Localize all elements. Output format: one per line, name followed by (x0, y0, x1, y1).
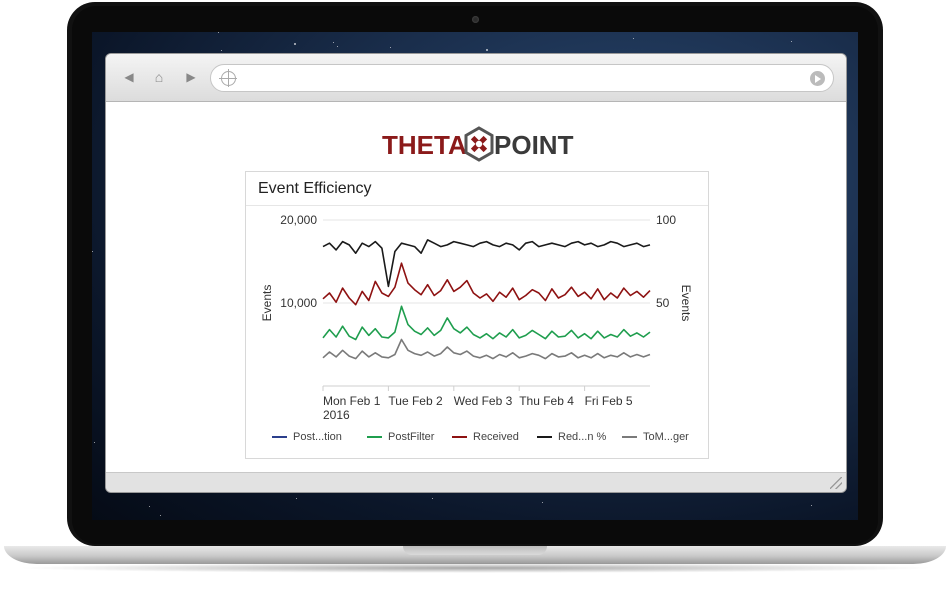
legend-item[interactable]: Red...n % (537, 429, 606, 445)
webcam (472, 16, 479, 23)
legend-item[interactable]: Post...tion (272, 429, 342, 445)
browser-window: ◀ ⌂ ▶ THETA POINT Event Efficiency 20,00… (106, 54, 846, 492)
x-tick-label: Thu Feb 4 (519, 394, 574, 408)
star (791, 41, 792, 42)
x-tick-label: Mon Feb 1 (323, 394, 381, 408)
star (160, 515, 161, 516)
chart-legend: Post...tion PostFilter Received Red...n % To… (272, 429, 702, 447)
x-tick-label: Wed Feb 3 (454, 394, 513, 408)
series-line (322, 262, 651, 306)
address-bar[interactable] (210, 64, 834, 92)
star (811, 505, 812, 506)
star (94, 442, 95, 443)
series-line (322, 338, 651, 360)
legend-swatch (272, 436, 287, 439)
crosshair-icon (219, 69, 237, 87)
x-tick-label: Tue Feb 2 (388, 394, 443, 408)
series-line (322, 239, 651, 288)
star (149, 506, 150, 507)
star (496, 492, 497, 493)
x-tick-label: 2016 (323, 408, 350, 422)
star (337, 46, 338, 47)
legend-label: PostFilter (388, 431, 435, 443)
web-page: THETA POINT Event Efficiency 20,000 10,00… (106, 102, 846, 472)
y-tick-label: 20,000 (280, 213, 317, 227)
logo-text-left: THETA (382, 130, 467, 160)
legend-label: ToM...ger (643, 431, 689, 443)
star (542, 502, 543, 503)
laptop-shadow (14, 563, 936, 573)
series-line (322, 305, 651, 341)
legend-swatch (537, 436, 552, 439)
legend-item[interactable]: PostFilter (367, 429, 434, 445)
logo-hexagon-icon (464, 126, 494, 162)
star (296, 498, 297, 499)
legend-label: Post...tion (293, 431, 342, 443)
logo-text-right: POINT (494, 130, 574, 160)
legend-label: Red...n % (558, 431, 607, 443)
star (432, 498, 433, 499)
browser-statusbar (106, 472, 846, 492)
y-tick-label: 10,000 (280, 296, 317, 310)
x-tick-label: Fri Feb 5 (585, 394, 633, 408)
star (390, 47, 391, 48)
legend-swatch (622, 436, 637, 439)
star (486, 49, 488, 51)
forward-arrow-icon[interactable]: ▶ (182, 68, 200, 86)
legend-item[interactable]: Received (452, 429, 519, 445)
legend-label: Received (473, 431, 519, 443)
laptop-notch (403, 546, 547, 555)
star (294, 43, 296, 45)
legend-item[interactable]: ToM...ger (622, 429, 689, 445)
y2-tick-label: 50 (656, 296, 670, 310)
browser-toolbar: ◀ ⌂ ▶ (106, 54, 846, 102)
star (633, 38, 634, 39)
star (218, 32, 219, 33)
star (221, 50, 222, 51)
y2-tick-label: 100 (656, 213, 676, 227)
y-axis-title: Events (260, 285, 274, 322)
back-arrow-icon[interactable]: ◀ (120, 68, 138, 86)
home-icon[interactable]: ⌂ (150, 68, 168, 86)
go-button[interactable] (810, 71, 825, 86)
resize-grip-icon[interactable] (830, 477, 842, 489)
legend-swatch (367, 436, 382, 439)
line-chart: 20,000 10,000 100 50 Events Events Mon Feb 120… (260, 213, 693, 422)
legend-swatch (452, 436, 467, 439)
star (92, 251, 93, 252)
y2-axis-title: Events (679, 285, 693, 322)
chart-panel: Event Efficiency 20,000 10,000 100 50 Events… (245, 171, 709, 459)
star (333, 42, 334, 43)
